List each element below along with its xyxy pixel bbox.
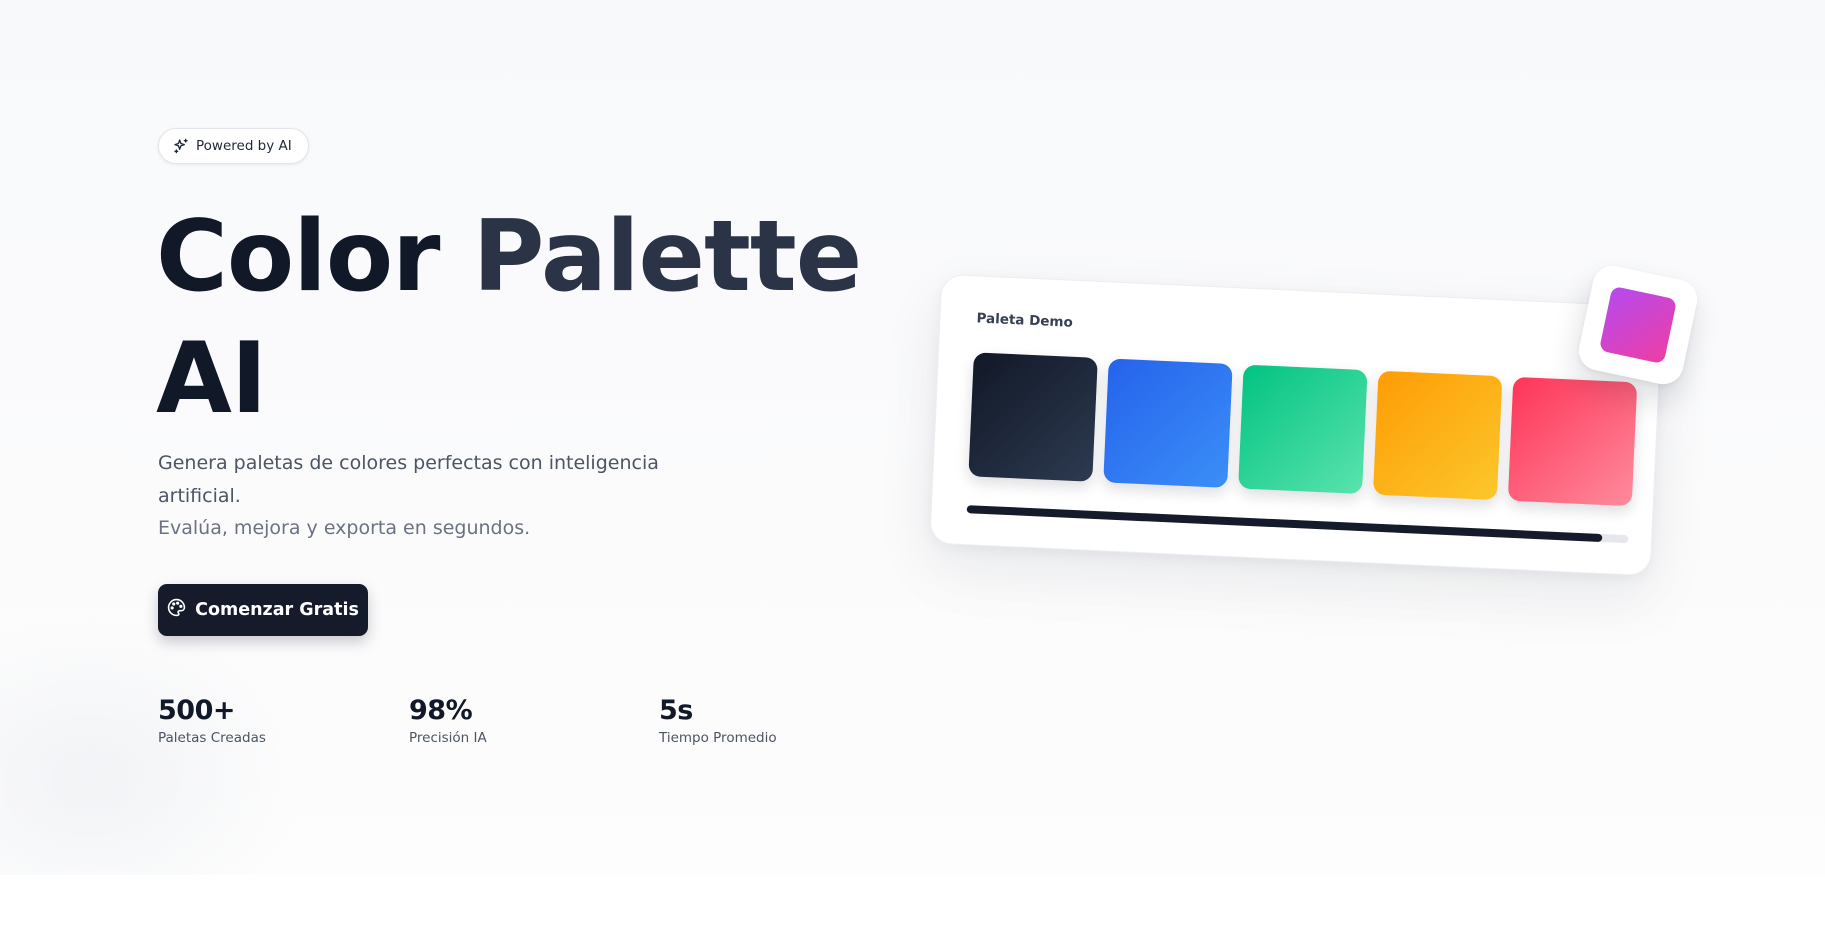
color-swatch xyxy=(1103,358,1233,488)
palette-progress-fill xyxy=(966,505,1602,542)
title-word-ai: AI xyxy=(156,322,267,436)
floating-color-chip xyxy=(1575,262,1701,388)
hero-subtitle: Genera paletas de colores perfectas con … xyxy=(158,447,698,545)
stat-accuracy: 98% Precisión IA xyxy=(409,694,639,746)
title-word-palette: Palette xyxy=(472,200,863,314)
start-free-button[interactable]: Comenzar Gratis xyxy=(158,584,368,636)
stat-label: Precisión IA xyxy=(409,730,487,746)
subtitle-line-2: Evalúa, mejora y exporta en segundos. xyxy=(158,517,531,539)
hero-section: Powered by AI Color Palette AI Genera pa… xyxy=(0,0,1825,875)
badge-label: Powered by AI xyxy=(196,138,292,154)
stat-value: 500+ xyxy=(158,695,235,726)
stat-palettes: 500+ Paletas Creadas xyxy=(158,694,388,746)
color-swatch xyxy=(1507,376,1638,507)
floating-color-swatch xyxy=(1598,285,1678,365)
powered-by-ai-badge: Powered by AI xyxy=(158,128,309,164)
palette-progress-bar xyxy=(966,505,1629,544)
color-swatch xyxy=(1238,364,1368,495)
card-title: Paleta Demo xyxy=(976,310,1074,331)
stat-value: 5s xyxy=(659,695,693,726)
start-free-label: Comenzar Gratis xyxy=(195,600,359,620)
stat-label: Tiempo Promedio xyxy=(659,730,777,746)
color-swatch xyxy=(968,352,1098,482)
color-swatch xyxy=(1372,370,1503,501)
title-word-color: Color xyxy=(156,200,440,314)
stat-avg-time: 5s Tiempo Promedio xyxy=(659,694,889,746)
swatch-row xyxy=(968,352,1638,507)
palette-icon xyxy=(167,598,186,622)
stat-value: 98% xyxy=(409,695,473,726)
stat-label: Paletas Creadas xyxy=(158,730,266,746)
page-title: Color Palette AI xyxy=(156,196,862,440)
subtitle-line-1: Genera paletas de colores perfectas con … xyxy=(158,452,659,507)
demo-palette-card-wrapper: Paleta Demo xyxy=(929,273,1663,577)
sparkles-icon xyxy=(173,138,189,154)
demo-palette-card: Paleta Demo xyxy=(929,273,1663,577)
